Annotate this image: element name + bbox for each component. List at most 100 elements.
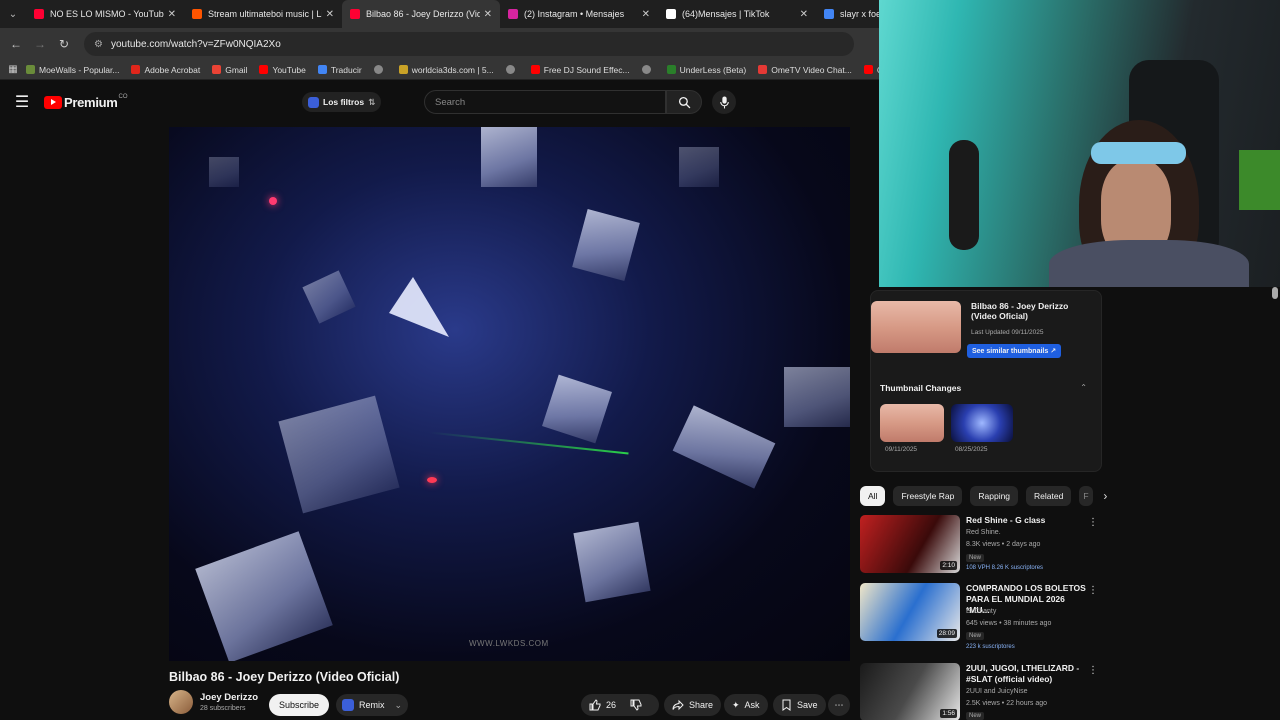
close-tab-icon[interactable]: ✕ — [484, 9, 492, 20]
bookmark[interactable]: UnderLess (Beta) — [666, 65, 746, 75]
back-arrow-icon[interactable]: ← — [4, 37, 28, 51]
bookmark[interactable]: Gmail — [212, 65, 247, 75]
video-thumbnail[interactable]: 1:56 — [860, 663, 960, 720]
webcam-scene — [1049, 240, 1249, 287]
filter-extension-icon — [308, 96, 319, 108]
logo-text: Premium — [64, 94, 118, 110]
similar-label: See similar thumbnails ↗ — [972, 348, 1057, 355]
new-badge: New — [966, 712, 985, 720]
close-tab-icon[interactable]: ✕ — [326, 9, 334, 20]
video-title: Bilbao 86 - Joey Derizzo (Video Oficial) — [169, 670, 400, 684]
close-tab-icon[interactable]: ✕ — [800, 9, 808, 20]
chip-partial[interactable]: F — [1079, 486, 1094, 506]
channel-name[interactable]: El Chanty — [966, 608, 996, 615]
video-duration: 1:56 — [940, 709, 957, 718]
bookmark[interactable] — [641, 65, 655, 74]
subscribe-button[interactable]: Subscribe — [269, 694, 330, 716]
dislike-button[interactable] — [630, 699, 647, 711]
webcam-scene — [949, 140, 979, 250]
thumbnail-history-image[interactable] — [880, 404, 944, 442]
scrollbar-thumb[interactable] — [1272, 287, 1278, 299]
close-tab-icon[interactable]: ✕ — [168, 9, 176, 20]
globe-icon — [505, 65, 515, 74]
thumbnail-history-image[interactable] — [951, 404, 1013, 442]
recommended-video[interactable]: 1:56 2UUI, JUGOI, LTHELIZARD - #SLAT (of… — [860, 663, 1100, 720]
browser-tab[interactable]: NO ES LO MISMO - YouTube ✕ — [26, 0, 184, 28]
channel-name[interactable]: Joey Derizzo — [200, 692, 258, 703]
forward-arrow-icon[interactable]: → — [28, 37, 52, 51]
chip-freestyle-rap[interactable]: Freestyle Rap — [893, 486, 963, 506]
chip-all[interactable]: All — [860, 486, 886, 506]
more-actions-button[interactable]: ⋯ — [828, 694, 850, 716]
video-watermark: WWW.LWKDS.COM — [469, 639, 549, 648]
microphone-icon — [719, 96, 729, 108]
chevron-up-icon[interactable]: ⌃ — [1080, 383, 1087, 392]
tab-search-icon[interactable]: ⌄ — [0, 0, 26, 28]
ometv-icon — [758, 65, 768, 74]
channel-avatar[interactable] — [169, 690, 193, 714]
close-tab-icon[interactable]: ✕ — [642, 9, 650, 20]
more-vertical-icon[interactable]: ⋮ — [1088, 665, 1098, 676]
remix-label: Remix — [359, 700, 385, 710]
filters-label: Los filtros — [323, 97, 365, 107]
video-title[interactable]: Red Shine - G class — [966, 515, 1090, 526]
bookmark[interactable]: Adobe Acrobat — [131, 65, 200, 75]
video-thumbnail[interactable]: 28:09 — [860, 583, 960, 641]
chip-related[interactable]: Related — [1026, 486, 1072, 506]
video-frame-light — [429, 431, 629, 455]
menu-hamburger-icon[interactable]: ☰ — [0, 92, 44, 112]
video-title[interactable]: 2UUI, JUGOI, LTHELIZARD - #SLAT (officia… — [966, 663, 1090, 685]
apps-grid-icon[interactable]: ▦ — [0, 64, 26, 75]
bookmark[interactable]: MoeWalls - Popular... — [26, 65, 119, 75]
see-similar-thumbnails-button[interactable]: See similar thumbnails ↗ — [967, 344, 1062, 358]
browser-tab[interactable]: (2) Instagram • Mensajes ✕ — [500, 0, 658, 28]
channel-name[interactable]: 2UUI and JuicyNise — [966, 688, 1027, 695]
bookmark[interactable]: Traducir — [317, 65, 362, 75]
site-info-icon[interactable]: ⚙ — [94, 39, 103, 50]
more-vertical-icon[interactable]: ⋮ — [1088, 585, 1098, 596]
bookmark[interactable]: OmeTV Video Chat... — [758, 65, 852, 75]
more-vertical-icon[interactable]: ⋮ — [1088, 517, 1098, 528]
bookmark[interactable] — [505, 65, 519, 74]
reload-icon[interactable]: ↻ — [52, 37, 76, 51]
youtube-icon — [530, 65, 540, 74]
share-button[interactable]: Share — [664, 694, 722, 716]
extension-stats: 223 k suscriptores — [966, 644, 1015, 650]
video-meta: 645 views • 38 minutes ago — [966, 620, 1052, 627]
youtube-favicon-icon — [34, 9, 44, 19]
like-button[interactable]: 26 — [589, 699, 616, 711]
video-player[interactable]: WWW.LWKDS.COM — [169, 127, 850, 661]
youtube-favicon-icon — [350, 9, 360, 19]
browser-tab[interactable]: Stream ultimateboi music | List ✕ — [184, 0, 342, 28]
channel-info[interactable]: Joey Derizzo 28 subscribers — [169, 690, 258, 714]
bookmark[interactable]: Free DJ Sound Effec... — [530, 65, 630, 75]
recommended-video[interactable]: 2:10 Red Shine - G class Red Shine. 8.3K… — [860, 515, 1100, 585]
save-button[interactable]: Save — [773, 694, 826, 716]
bookmark-label: MoeWalls - Popular... — [39, 64, 120, 75]
remix-button[interactable]: Remix ⌄ — [336, 694, 409, 716]
url-text: youtube.com/watch?v=ZFw0NQIA2Xo — [110, 38, 281, 50]
voice-search-button[interactable] — [712, 90, 736, 114]
sliders-icon: ⇅ — [368, 96, 376, 107]
chevron-right-icon[interactable]: › — [1103, 489, 1107, 503]
tab-title: NO ES LO MISMO - YouTube — [50, 9, 164, 19]
bookmark[interactable]: worldcia3ds.com | 5... — [398, 65, 494, 75]
thumbs-down-icon — [630, 699, 642, 711]
thumbnail-date: 09/11/2025 — [885, 446, 918, 453]
ask-button[interactable]: ✦ Ask — [724, 694, 768, 716]
tiktok-favicon-icon — [666, 9, 676, 19]
search-button[interactable] — [666, 90, 702, 114]
bookmark[interactable] — [373, 65, 387, 74]
chip-rapping[interactable]: Rapping — [970, 486, 1019, 506]
youtube-header: ☰ Premium CO Los filtros ⇅ Search — [0, 82, 880, 122]
bookmark[interactable]: YouTube — [259, 65, 306, 75]
youtube-premium-logo[interactable]: Premium CO — [44, 94, 128, 110]
search-input[interactable]: Search — [424, 90, 666, 114]
browser-tab[interactable]: (64)Mensajes | TikTok ✕ — [658, 0, 816, 28]
recommended-video[interactable]: 28:09 COMPRANDO LOS BOLETOS PARA EL MUND… — [860, 583, 1100, 653]
channel-name[interactable]: Red Shine. — [966, 529, 1001, 536]
video-thumbnail[interactable]: 2:10 — [860, 515, 960, 573]
filters-button[interactable]: Los filtros ⇅ — [302, 92, 382, 112]
browser-tab-active[interactable]: Bilbao 86 - Joey Derizzo (Video ✕ — [342, 0, 500, 28]
url-field[interactable]: ⚙ youtube.com/watch?v=ZFw0NQIA2Xo — [84, 32, 854, 56]
